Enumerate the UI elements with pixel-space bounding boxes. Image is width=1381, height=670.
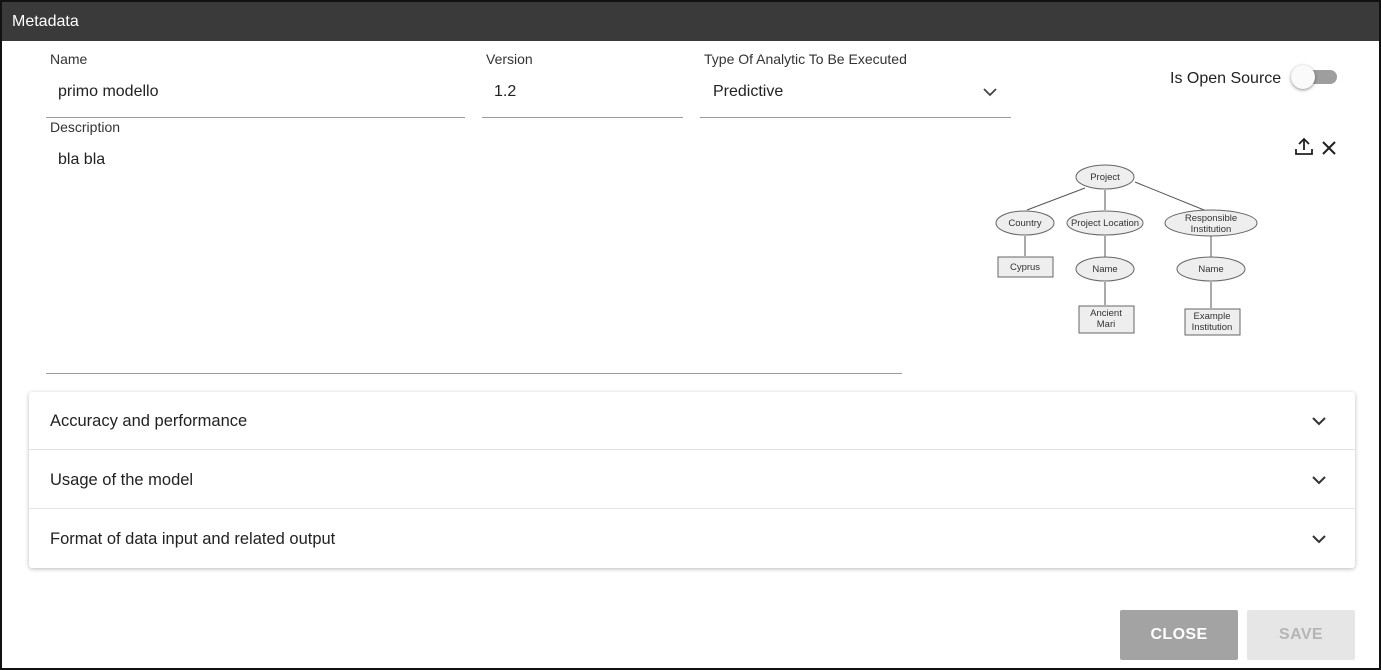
accordion-accuracy[interactable]: Accuracy and performance [29,392,1355,450]
name-underline [46,117,465,118]
diagram-node-mari: Mari [1097,319,1115,330]
diagram-node-example: Example [1194,311,1231,322]
diagram-node-responsible: Responsible [1185,213,1237,224]
name-input[interactable]: primo modello [58,83,158,101]
name-label: Name [50,51,88,67]
version-input[interactable]: 1.2 [494,83,516,101]
diagram-node-cyprus: Cyprus [1010,262,1040,273]
chevron-down-icon [1312,535,1326,544]
analytic-type-underline [700,117,1011,118]
diagram-node-location-name: Name [1092,264,1117,275]
analytic-type-label: Type Of Analytic To Be Executed [704,51,907,67]
accordion-usage-title: Usage of the model [50,471,194,489]
diagram-node-project: Project [1090,172,1120,183]
description-underline [46,373,902,374]
save-button[interactable]: SAVE [1247,610,1355,660]
chevron-down-icon[interactable] [980,82,1000,102]
diagram-node-ancient: Ancient [1090,308,1122,319]
analytic-type-select[interactable]: Predictive [713,83,783,101]
dialog-title: Metadata [2,2,1379,41]
model-diagram-image: Project Country Project Location Respons… [995,164,1258,336]
description-label: Description [50,119,121,135]
toggle-thumb [1291,65,1315,89]
diagram-node-country: Country [1008,218,1042,229]
diagram-node-project-location: Project Location [1071,218,1139,229]
metadata-dialog: Metadata Name primo modello Version 1.2 … [0,0,1381,670]
description-textarea[interactable]: bla bla [58,151,105,169]
close-icon[interactable] [1318,137,1340,159]
chevron-down-icon [1312,476,1326,485]
accordion-accuracy-title: Accuracy and performance [50,412,248,430]
version-label: Version [486,51,533,67]
chevron-down-icon [1312,417,1326,426]
open-source-toggle[interactable] [1291,65,1339,89]
version-underline [482,117,683,118]
diagram-node-example-institution: Institution [1192,322,1233,333]
accordion-format-title: Format of data input and related output [50,530,336,548]
accordion-usage[interactable]: Usage of the model [29,451,1355,509]
diagram-node-institution-name: Name [1198,264,1223,275]
metadata-accordion: Accuracy and performance Usage of the mo… [29,392,1355,568]
diagram-node-institution: Institution [1191,224,1232,235]
accordion-format[interactable]: Format of data input and related output [29,510,1355,568]
close-button[interactable]: CLOSE [1120,610,1238,660]
upload-icon[interactable] [1293,136,1315,158]
open-source-label: Is Open Source [1170,70,1282,87]
